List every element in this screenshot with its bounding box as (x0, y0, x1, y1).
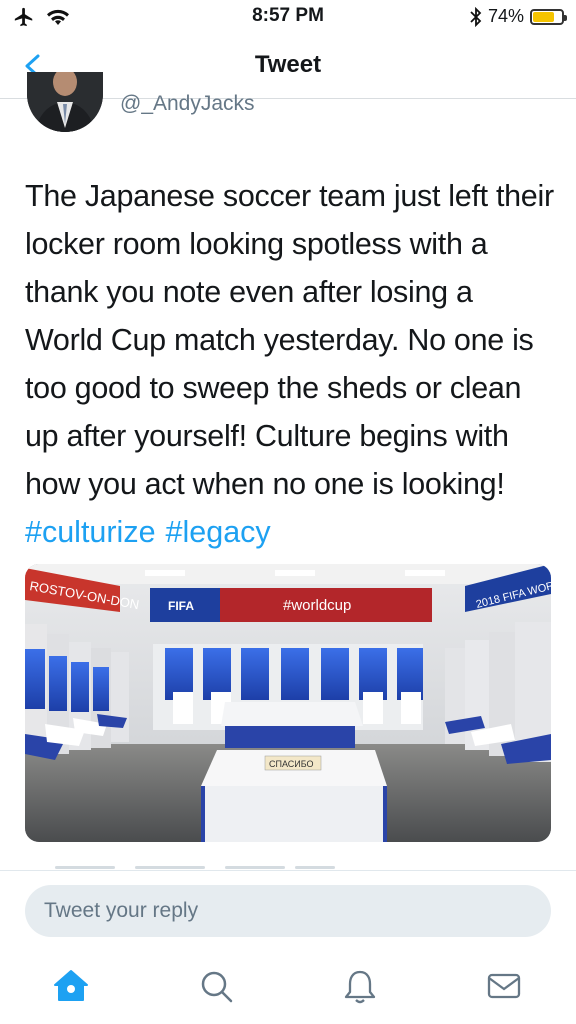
bluetooth-icon (470, 6, 482, 27)
avatar[interactable] (27, 72, 103, 132)
status-right: 74% (470, 6, 567, 27)
hashtag-link[interactable]: #culturize (25, 515, 156, 549)
battery-percent: 74% (487, 6, 524, 26)
battery-level (533, 11, 554, 22)
hashtags: #culturize #legacy (25, 508, 281, 556)
author-handle[interactable]: @_AndyJacks (120, 92, 255, 116)
battery-icon (530, 8, 567, 25)
status-bar: 8:57 PM 74% (0, 0, 576, 36)
media-banner-fifa: FIFA (168, 599, 194, 613)
media-banner-worldcup: #worldcup (283, 597, 351, 614)
search-icon[interactable] (196, 966, 236, 1006)
reply-input[interactable] (25, 885, 551, 937)
media-thank-you-note: СПАСИБО (269, 759, 314, 769)
messages-icon[interactable] (484, 966, 524, 1006)
home-icon[interactable] (51, 966, 91, 1006)
tweet-media-image[interactable]: ROSTOV-ON-DON FIFA #worldcup 2018 FIFA W… (25, 564, 551, 842)
reply-bar (0, 870, 576, 951)
hashtag-link[interactable]: #legacy (166, 515, 271, 549)
tab-bar (0, 950, 576, 1024)
notifications-icon[interactable] (340, 966, 380, 1006)
next-tweet-peek (55, 862, 345, 870)
tweet-text: The Japanese soccer team just left their… (25, 179, 554, 501)
